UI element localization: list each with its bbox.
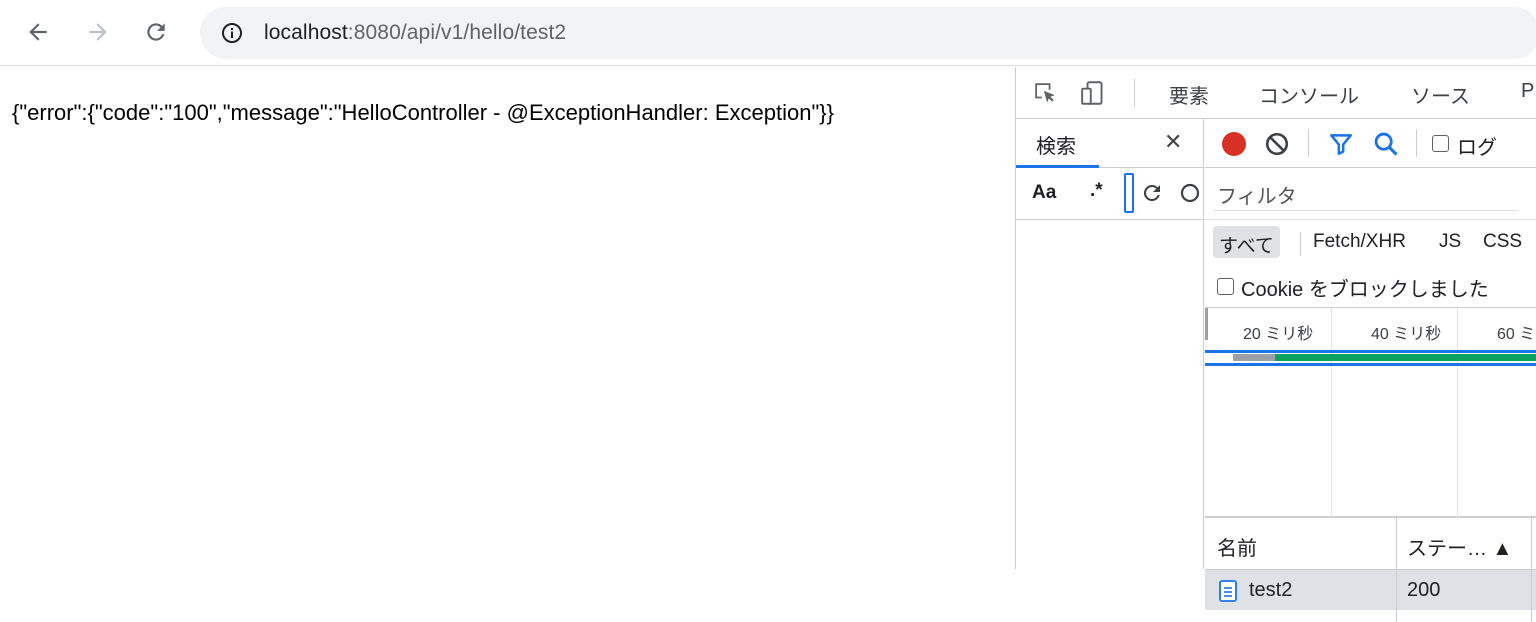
browser-toolbar: localhost:8080/api/v1/hello/test2 bbox=[0, 0, 1536, 66]
blocked-cookies-checkbox[interactable] bbox=[1217, 278, 1234, 295]
url-text[interactable]: localhost:8080/api/v1/hello/test2 bbox=[264, 21, 566, 45]
refresh-icon[interactable] bbox=[1140, 181, 1164, 210]
column-separator bbox=[1531, 610, 1532, 622]
arrow-right-icon bbox=[89, 23, 107, 41]
regex-button[interactable]: .* bbox=[1090, 180, 1103, 202]
request-status: 200 bbox=[1407, 579, 1441, 601]
preserve-log-label: ログ bbox=[1457, 137, 1497, 159]
type-divider bbox=[1300, 232, 1301, 256]
clear-icon[interactable] bbox=[1178, 181, 1202, 205]
url-host: localhost bbox=[264, 21, 348, 44]
forward-button[interactable] bbox=[82, 16, 114, 48]
reload-icon bbox=[147, 23, 165, 41]
page-viewport: {"error":{"code":"100","message":"HelloC… bbox=[0, 67, 1015, 569]
type-filter-js[interactable]: JS bbox=[1433, 226, 1467, 258]
record-icon[interactable] bbox=[1220, 130, 1248, 163]
timeline-waiting-bar bbox=[1233, 354, 1275, 361]
request-table-header: 名前 ステー… ▲ bbox=[1205, 518, 1536, 570]
preserve-log-checkbox[interactable] bbox=[1432, 135, 1449, 152]
column-header-status[interactable]: ステー… ▲ bbox=[1407, 532, 1512, 561]
reload-button[interactable] bbox=[140, 16, 172, 48]
timeline-gridline bbox=[1457, 308, 1458, 518]
timeline-start-marker bbox=[1205, 308, 1208, 340]
search-pane: 検索 ✕ Aa .* bbox=[1016, 119, 1204, 569]
match-case-button[interactable]: Aa bbox=[1032, 182, 1056, 204]
devtools-tabbar: 要素 コンソール ソース P bbox=[1016, 67, 1536, 119]
filter-input[interactable]: フィルタ bbox=[1213, 175, 1518, 211]
column-header-name[interactable]: 名前 bbox=[1217, 532, 1257, 561]
address-bar[interactable]: localhost:8080/api/v1/hello/test2 bbox=[200, 7, 1536, 59]
tab-search[interactable]: 検索 bbox=[1016, 119, 1099, 168]
tab-elements[interactable]: 要素 bbox=[1169, 80, 1209, 109]
search-input[interactable] bbox=[1124, 173, 1134, 213]
devtools-panel: 要素 コンソール ソース P 検索 ✕ Aa .* ログ フィルタ すべて Fe… bbox=[1015, 67, 1536, 622]
device-toolbar-icon[interactable] bbox=[1080, 80, 1108, 111]
timeline-dom-line bbox=[1205, 350, 1536, 353]
column-separator bbox=[1531, 570, 1532, 610]
clear-log-icon[interactable] bbox=[1264, 131, 1290, 162]
toolbar-divider-2 bbox=[1416, 129, 1417, 157]
filter-icon[interactable] bbox=[1328, 131, 1354, 162]
column-separator bbox=[1396, 518, 1397, 570]
back-button[interactable] bbox=[22, 16, 54, 48]
close-icon[interactable]: ✕ bbox=[1164, 129, 1182, 155]
resource-type-filters: すべて Fetch/XHR JS CSS bbox=[1205, 220, 1536, 264]
search-header: 検索 ✕ bbox=[1016, 119, 1204, 168]
timeline-tick-label: 60 ミ bbox=[1497, 326, 1536, 343]
timeline-tick-label: 20 ミリ秒 bbox=[1243, 326, 1314, 343]
network-pane: ログ フィルタ すべて Fetch/XHR JS CSS Cookie をブロッ… bbox=[1205, 119, 1536, 622]
table-row[interactable]: test2 200 bbox=[1205, 570, 1536, 610]
tab-divider bbox=[1134, 79, 1135, 107]
type-filter-fetch-xhr[interactable]: Fetch/XHR bbox=[1307, 226, 1412, 258]
network-overview-timeline: 20 ミリ秒 40 ミリ秒 60 ミ bbox=[1205, 308, 1536, 518]
timeline-load-line bbox=[1205, 363, 1536, 366]
search-tools: Aa .* bbox=[1016, 168, 1204, 220]
network-toolbar: ログ bbox=[1205, 119, 1536, 168]
timeline-tick-label: 40 ミリ秒 bbox=[1371, 326, 1442, 343]
info-icon[interactable] bbox=[220, 21, 244, 49]
tab-more[interactable]: P bbox=[1521, 80, 1534, 103]
filter-row: フィルタ bbox=[1205, 168, 1536, 220]
inspect-element-icon[interactable] bbox=[1032, 80, 1058, 111]
tab-sources[interactable]: ソース bbox=[1411, 80, 1470, 109]
tab-console[interactable]: コンソール bbox=[1259, 80, 1359, 109]
blocked-cookies-row: Cookie をブロックしました bbox=[1205, 264, 1536, 308]
toolbar-divider bbox=[1308, 129, 1309, 157]
timeline-gridline bbox=[1331, 308, 1332, 518]
type-filter-css[interactable]: CSS bbox=[1477, 226, 1528, 258]
search-icon[interactable] bbox=[1372, 130, 1400, 163]
response-body: {"error":{"code":"100","message":"HelloC… bbox=[12, 100, 834, 125]
timeline-download-bar bbox=[1275, 354, 1536, 361]
url-path: :8080/api/v1/hello/test2 bbox=[347, 21, 567, 44]
type-filter-all[interactable]: すべて bbox=[1213, 226, 1280, 258]
column-separator bbox=[1396, 570, 1397, 610]
column-separator bbox=[1531, 518, 1532, 570]
document-icon bbox=[1219, 580, 1237, 608]
arrow-left-icon bbox=[29, 23, 47, 41]
blocked-cookies-label: Cookie をブロックしました bbox=[1241, 279, 1489, 301]
request-name[interactable]: test2 bbox=[1249, 579, 1292, 602]
column-separator bbox=[1396, 610, 1397, 622]
